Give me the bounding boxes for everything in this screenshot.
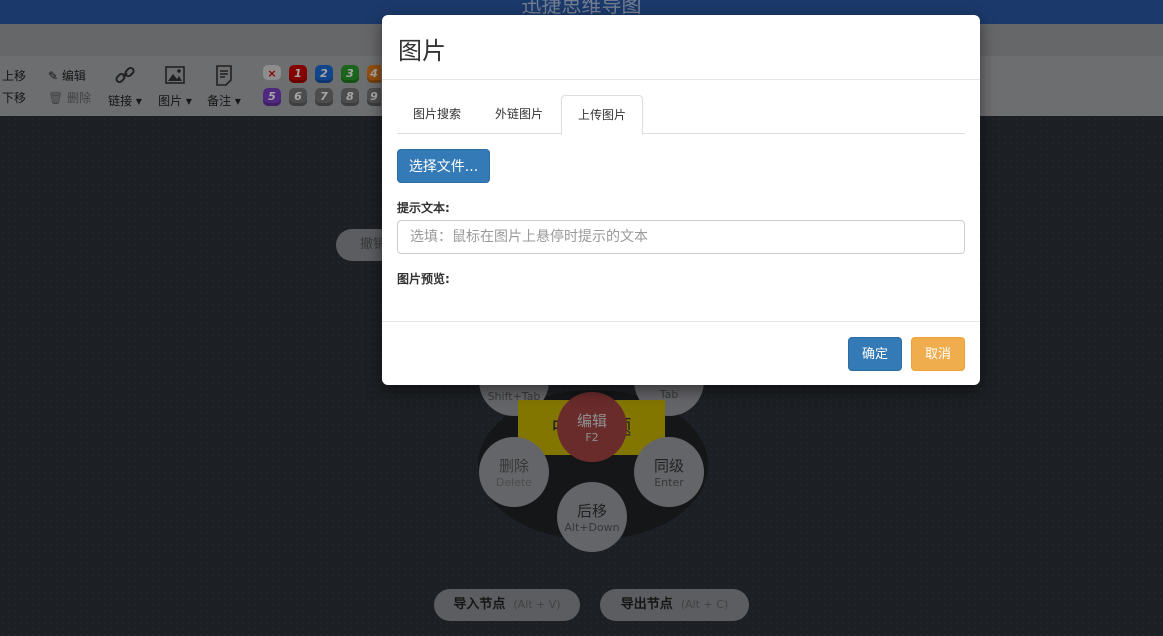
image-dialog: 图片 图片搜索 外链图片 上传图片 选择文件... 提示文本: 图片预览: 确定… <box>382 15 980 385</box>
dialog-tabs: 图片搜索 外链图片 上传图片 <box>397 95 965 135</box>
dialog-header-divider <box>382 79 980 80</box>
tab-upload-image[interactable]: 上传图片 <box>561 95 644 135</box>
cancel-button[interactable]: 取消 <box>911 337 965 371</box>
dialog-title: 图片 <box>398 37 446 65</box>
dialog-footer-divider <box>382 321 980 322</box>
choose-file-button[interactable]: 选择文件... <box>397 149 490 183</box>
hint-text-input[interactable] <box>397 220 965 254</box>
image-preview-label: 图片预览: <box>397 272 450 286</box>
tab-external-image[interactable]: 外链图片 <box>479 95 559 132</box>
hint-text-label: 提示文本: <box>397 201 450 215</box>
tab-image-search[interactable]: 图片搜索 <box>397 95 477 132</box>
ok-button[interactable]: 确定 <box>848 337 902 371</box>
